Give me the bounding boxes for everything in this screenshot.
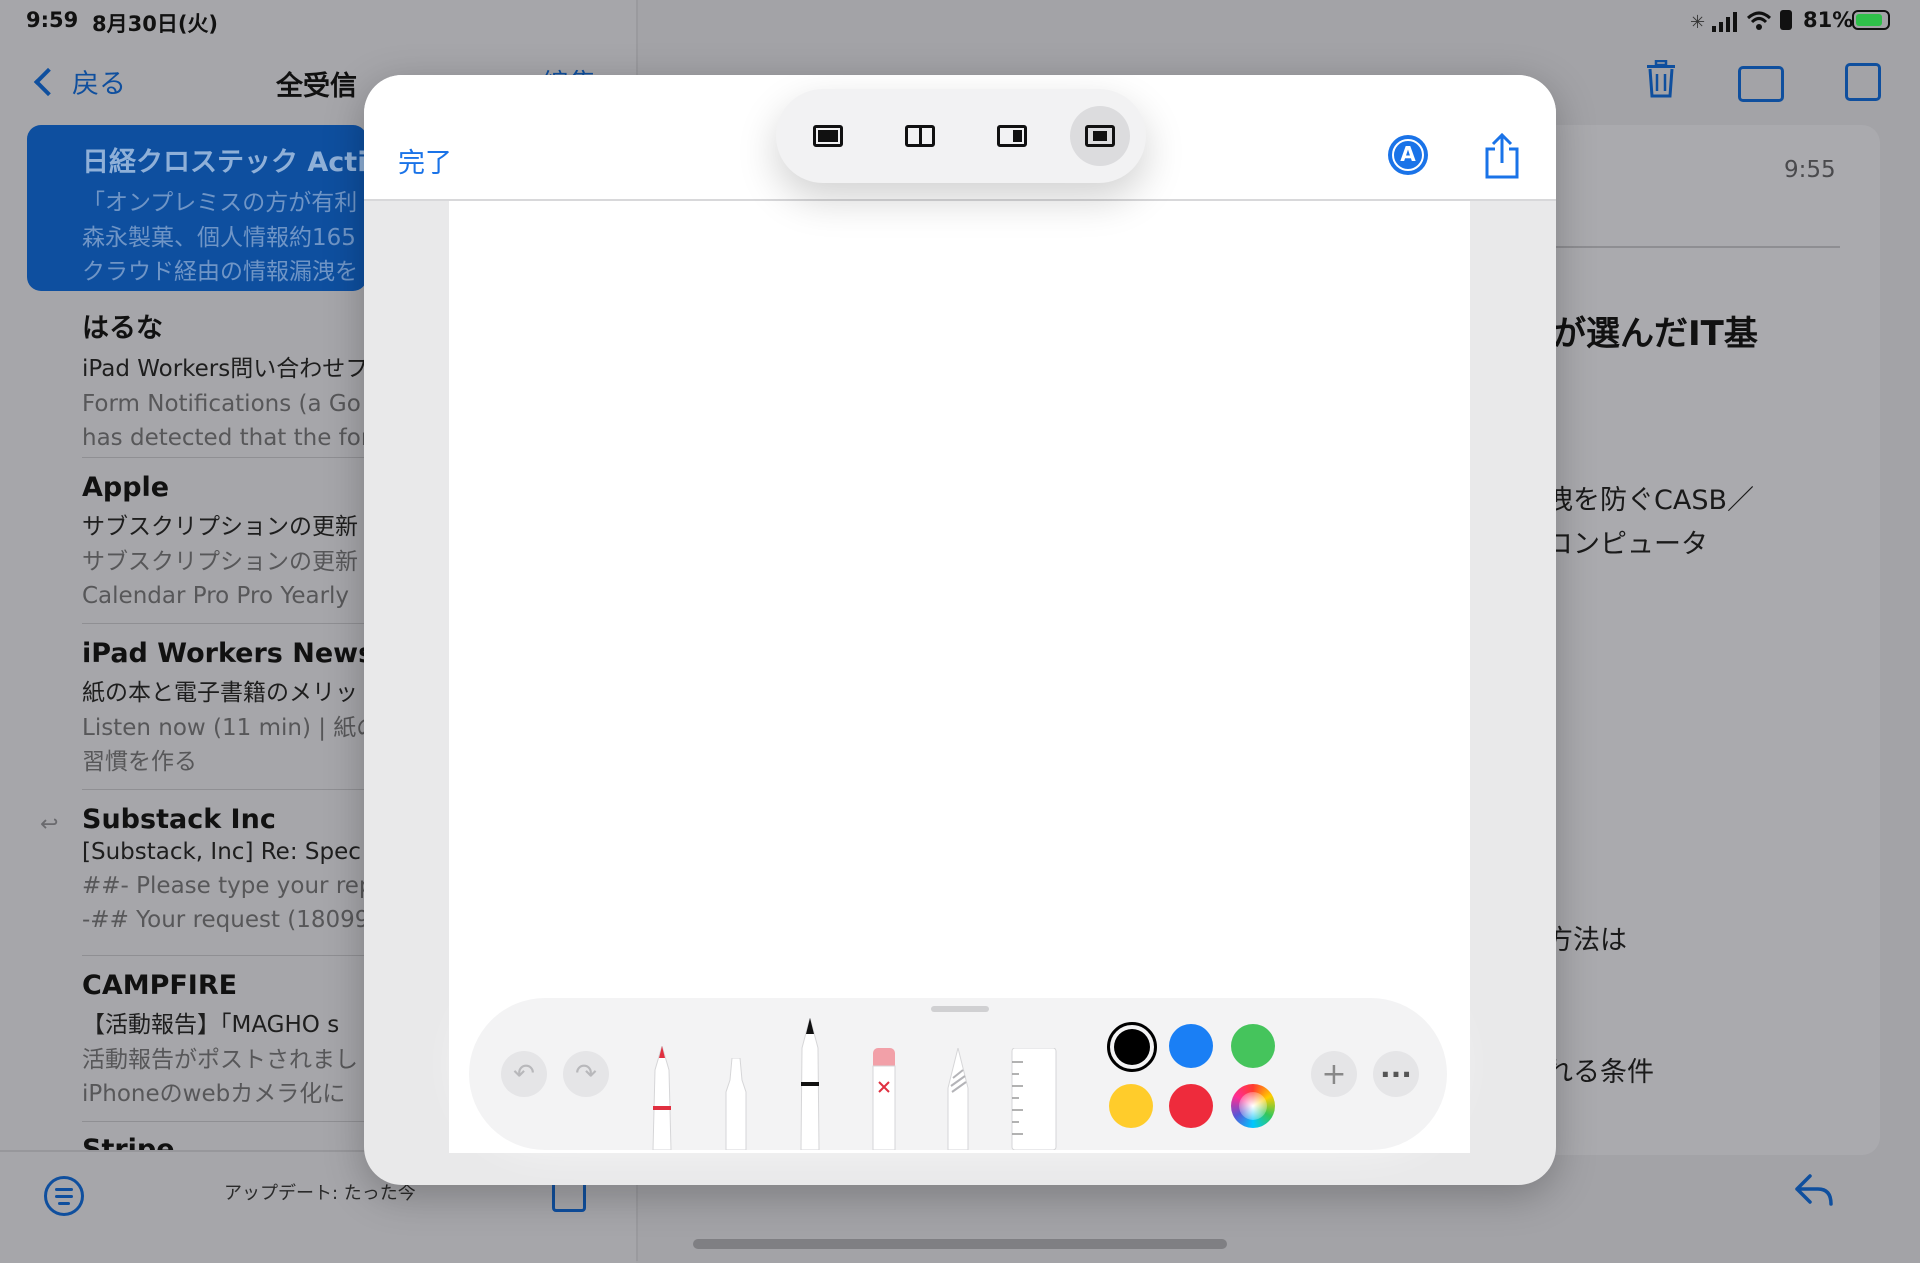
message-preview: Listen now (11 min) | 紙の xyxy=(82,715,380,741)
lasso-tool-icon[interactable] xyxy=(945,1048,971,1150)
drawing-tool-palette: ↶ ↷ + ··· xyxy=(469,998,1447,1150)
color-swatch-black[interactable] xyxy=(1107,1022,1157,1072)
message-preview: Calendar Pro Pro Yearly xyxy=(82,583,350,609)
full-screen-mode-button[interactable] xyxy=(798,106,858,166)
message-subject: サブスクリプションの更新 xyxy=(82,514,358,540)
redo-icon[interactable]: ↷ xyxy=(563,1051,609,1097)
mailbox-title: 全受信 xyxy=(276,71,357,102)
compose-icon[interactable] xyxy=(1845,63,1881,101)
message-sender: iPad Workers Newsle xyxy=(82,638,402,669)
wifi-icon xyxy=(1746,11,1772,30)
home-indicator xyxy=(693,1239,1227,1249)
status-date: 8月30日(火) xyxy=(92,12,219,36)
lock-rotation-icon xyxy=(1780,10,1792,30)
message-sender: Substack Inc xyxy=(82,804,276,835)
share-icon[interactable] xyxy=(1482,133,1522,179)
message-row[interactable]: はるな iPad Workers問い合わせフ Form Notification… xyxy=(82,306,382,455)
activity-icon: ✳ xyxy=(1690,12,1706,33)
message-row[interactable]: iPad Workers Newsle 紙の本と電子書籍のメリッ Listen … xyxy=(82,638,402,779)
battery-icon xyxy=(1852,10,1890,30)
message-subject: 「オンプレミスの方が有利 xyxy=(82,190,358,216)
add-icon[interactable]: + xyxy=(1311,1051,1357,1097)
slide-over-mode-button[interactable] xyxy=(982,106,1042,166)
color-swatch-red[interactable] xyxy=(1169,1084,1213,1128)
color-swatch-fill xyxy=(1114,1029,1150,1065)
row-separator xyxy=(82,457,382,458)
trash-icon[interactable] xyxy=(1646,60,1676,98)
message-sender: 日経クロステック Active xyxy=(82,147,403,178)
message-preview: クラウド経由の情報漏洩を xyxy=(82,259,358,285)
palette-grabber[interactable] xyxy=(931,1006,989,1012)
battery-percent: 81% xyxy=(1803,8,1854,32)
message-preview: -## Your request (18099 xyxy=(82,907,370,933)
view-mode-switcher xyxy=(776,89,1146,183)
back-chevron-icon xyxy=(33,67,63,96)
ruler-tool-icon[interactable] xyxy=(1011,1048,1057,1150)
reply-icon[interactable] xyxy=(1794,1170,1834,1210)
center-window-icon xyxy=(1085,125,1115,147)
message-preview: ##- Please type your rep xyxy=(82,873,374,899)
message-row[interactable]: Apple サブスクリプションの更新 サブスクリプションの更新 Calendar… xyxy=(82,472,382,613)
color-swatch-green[interactable] xyxy=(1231,1024,1275,1068)
row-separator xyxy=(82,1121,382,1122)
message-preview: サブスクリプションの更新 xyxy=(82,549,358,575)
color-picker-icon[interactable] xyxy=(1231,1084,1275,1128)
message-sender: Apple xyxy=(82,472,170,503)
color-swatch-yellow[interactable] xyxy=(1109,1084,1153,1128)
full-screen-icon xyxy=(813,125,843,147)
markup-glyph: A xyxy=(1392,139,1424,171)
back-button[interactable]: 戻る xyxy=(33,62,126,101)
message-time: 9:55 xyxy=(1784,157,1836,183)
cellular-signal-icon xyxy=(1712,12,1737,32)
message-preview: Form Notifications (a Go xyxy=(82,391,361,417)
split-view-mode-button[interactable] xyxy=(890,106,950,166)
pen-tool-icon[interactable] xyxy=(649,1046,675,1150)
row-separator xyxy=(82,623,382,624)
undo-icon[interactable]: ↶ xyxy=(501,1051,547,1097)
replied-indicator-icon: ↩ xyxy=(40,812,59,837)
markup-pen-icon[interactable]: A xyxy=(1388,135,1428,175)
message-subject: [Substack, Inc] Re: Spec xyxy=(82,839,361,865)
row-separator xyxy=(82,789,382,790)
message-row[interactable]: 日経クロステック Active 「オンプレミスの方が有利 森永製菓、個人情報約1… xyxy=(82,140,403,289)
message-heading: が選んだIT基 xyxy=(1552,314,1758,354)
split-view-icon xyxy=(905,125,935,147)
folder-icon[interactable] xyxy=(1738,66,1784,102)
message-row[interactable]: Substack Inc [Substack, Inc] Re: Spec ##… xyxy=(82,804,382,937)
message-subject: iPad Workers問い合わせフ xyxy=(82,356,369,382)
message-sender: はるな xyxy=(82,313,163,344)
message-body-line: 洩を防ぐCASB／ xyxy=(1546,485,1754,516)
status-bar: 9:59 8月30日(火) ✳ 81% xyxy=(0,0,1920,44)
message-divider xyxy=(1540,246,1840,248)
row-separator xyxy=(82,955,382,956)
eraser-tool-icon[interactable] xyxy=(871,1048,897,1150)
message-preview: has detected that the for xyxy=(82,425,371,451)
status-time: 9:59 xyxy=(26,8,79,32)
message-subject: 【活動報告】「MAGHO s xyxy=(82,1012,340,1038)
more-icon[interactable]: ··· xyxy=(1373,1051,1419,1097)
message-preview: 活動報告がポストされまし xyxy=(82,1047,358,1073)
message-body-line: 方法は xyxy=(1546,925,1627,956)
marker-tool-icon[interactable] xyxy=(723,1058,749,1150)
filter-icon[interactable] xyxy=(44,1176,84,1216)
message-preview: iPhoneのwebカメラ化に xyxy=(82,1081,346,1107)
pencil-tool-icon[interactable] xyxy=(797,1018,823,1150)
message-subject: 紙の本と電子書籍のメリッ xyxy=(82,680,358,706)
back-button-label: 戻る xyxy=(72,69,126,100)
slide-over-icon xyxy=(997,125,1027,147)
color-swatch-blue[interactable] xyxy=(1169,1024,1213,1068)
done-button[interactable]: 完了 xyxy=(398,141,452,180)
center-window-mode-button[interactable] xyxy=(1070,106,1130,166)
message-row[interactable]: CAMPFIRE 【活動報告】「MAGHO s 活動報告がポストされまし iPh… xyxy=(82,970,382,1111)
message-body-line: コンピュータ xyxy=(1546,529,1708,560)
update-status: アップデート: たった今 xyxy=(224,1183,416,1204)
message-preview: 森永製菓、個人情報約165 xyxy=(82,225,356,251)
message-body-line: れる条件 xyxy=(1546,1057,1654,1088)
message-sender: CAMPFIRE xyxy=(82,970,238,1001)
message-preview: 習慣を作る xyxy=(82,749,197,775)
